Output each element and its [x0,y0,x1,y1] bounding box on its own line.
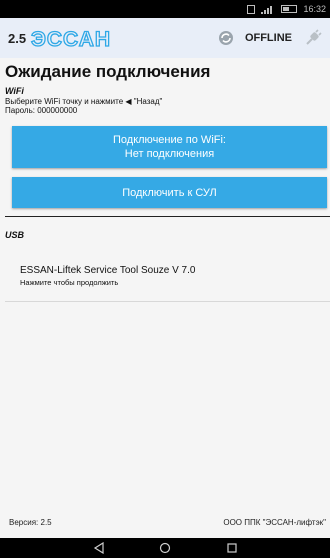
sync-icon[interactable] [217,29,235,47]
signal-strength-icon [261,5,275,14]
page-title: Ожидание подключения [5,62,211,81]
section-divider [5,216,330,217]
connection-status-label: OFFLINE [244,32,292,44]
wifi-button-line2: Нет подключения [124,148,215,160]
connect-button-label: Подключить к СУЛ [122,186,217,199]
footer-version-value: 2.5 [40,518,52,527]
footer-version-label: Версия: [9,518,39,527]
usb-device-subtitle: Нажмите чтобы продолжить [20,278,119,287]
usb-section-label: USB [5,230,25,240]
wifi-button-line1: Подключение по WiFi: [113,134,226,146]
wifi-instruction-back: "Назад" [133,97,163,106]
back-nav-icon[interactable] [92,542,106,554]
header-version-number: 2.5 [8,30,27,46]
wifi-connection-button[interactable]: Подключение по WiFi: Нет подключения [12,126,327,168]
essan-logo: ЭССАН [29,25,114,51]
recents-nav-icon[interactable] [225,542,239,554]
system-navigation-bar [0,538,330,558]
footer-version: Версия: 2.5 [9,518,52,527]
home-nav-icon[interactable] [158,542,172,554]
status-time: 16:32 [303,4,326,14]
battery-icon [281,5,298,13]
list-divider [5,301,330,302]
logo-text: ЭССАН [31,28,111,51]
usb-device-item[interactable]: ESSAN-Liftek Service Tool Souze V 7.0 На… [0,258,330,298]
wifi-instruction-text: Выберите WiFi точку и нажмите [5,97,124,106]
status-bar: 16:32 [0,0,330,18]
wifi-section-label: WiFi [5,86,24,96]
connect-to-sul-button[interactable]: Подключить к СУЛ [12,177,327,208]
wifi-password: Пароль: 000000000 [5,106,78,115]
footer-company: ООО ППК "ЭССАН-лифтэк" [223,518,326,527]
sim-card-icon [247,4,256,14]
plug-icon[interactable] [304,29,322,47]
usb-device-title: ESSAN-Liftek Service Tool Souze V 7.0 [20,265,196,276]
back-arrow-icon: ◀ [125,97,132,106]
app-header: 2.5 ЭССАН OFFLINE [0,18,330,58]
